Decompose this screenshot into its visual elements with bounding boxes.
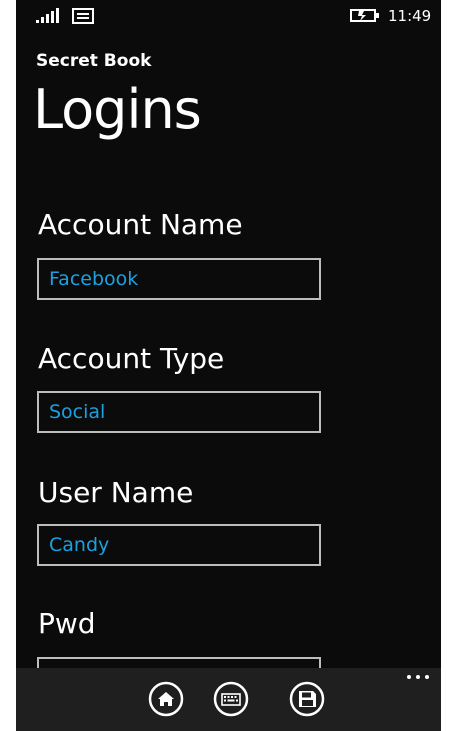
keyboard-icon[interactable] (212, 680, 250, 718)
account-type-field[interactable]: Social (37, 391, 321, 433)
signal-strength-icon (36, 8, 59, 23)
user-name-value: Candy (49, 534, 110, 556)
account-name-label: Account Name (38, 208, 243, 241)
clock: 11:49 (388, 7, 432, 25)
home-icon[interactable] (147, 680, 185, 718)
page-title: Logins (33, 78, 202, 141)
account-name-field[interactable]: Facebook (37, 258, 321, 300)
save-icon[interactable] (288, 680, 326, 718)
account-type-value: Social (49, 401, 106, 423)
app-name: Secret Book (36, 51, 152, 71)
pwd-label: Pwd (38, 607, 96, 640)
user-name-label: User Name (38, 476, 194, 509)
message-icon (72, 8, 94, 24)
account-name-value: Facebook (49, 268, 139, 290)
app-bar (16, 668, 441, 731)
phone-screen: 11:49 Secret Book Logins Account Name Fa… (16, 0, 441, 731)
ellipsis-icon[interactable] (406, 672, 430, 682)
account-type-label: Account Type (38, 342, 225, 375)
user-name-field[interactable]: Candy (37, 524, 321, 566)
status-bar: 11:49 (16, 0, 441, 34)
battery-charging-icon (350, 9, 379, 22)
